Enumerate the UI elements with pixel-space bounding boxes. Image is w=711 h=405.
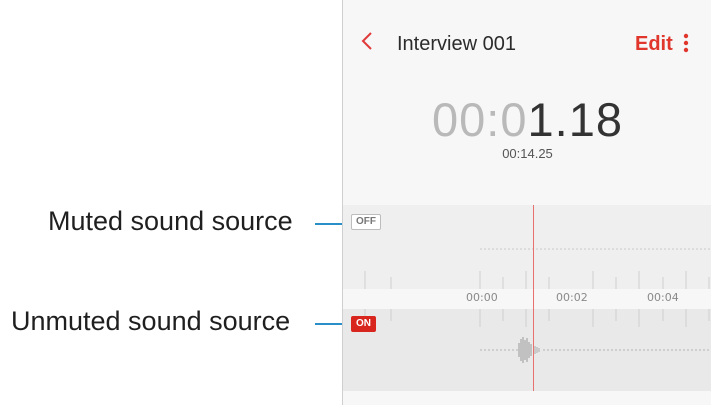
timeline-tick-label: 00:04 <box>647 291 679 304</box>
app-bar: Interview 001 Edit <box>343 0 711 90</box>
chevron-left-icon <box>361 32 372 50</box>
recorder-screen: Interview 001 Edit 00:01.18 00:14.25 00:… <box>342 0 711 405</box>
back-button[interactable] <box>361 30 373 58</box>
total-duration: 00:14.25 <box>502 146 553 161</box>
recording-title: Interview 001 <box>397 33 516 55</box>
callout-muted-label: Muted sound source <box>48 206 293 236</box>
muted-track[interactable] <box>343 205 711 289</box>
elapsed-time: 00:01.18 <box>343 92 711 147</box>
unmuted-badge[interactable]: ON <box>351 316 376 332</box>
callout-unmuted-label: Unmuted sound source <box>11 306 291 336</box>
muted-badge[interactable]: OFF <box>351 214 381 230</box>
elapsed-time-bright: 1.18 <box>527 93 623 146</box>
more-vertical-icon <box>683 33 689 53</box>
elapsed-time-dim: 00:0 <box>432 93 528 146</box>
playhead[interactable] <box>533 205 534 391</box>
muted-track-waveform <box>364 248 711 289</box>
timeline-tick-label: 00:00 <box>466 291 498 304</box>
timeline-tick-label: 00:02 <box>556 291 588 304</box>
more-options-button[interactable] <box>680 33 692 55</box>
unmuted-track-waveform <box>364 309 711 363</box>
edit-button[interactable]: Edit <box>635 33 673 56</box>
unmuted-track[interactable]: ON <box>343 309 711 391</box>
